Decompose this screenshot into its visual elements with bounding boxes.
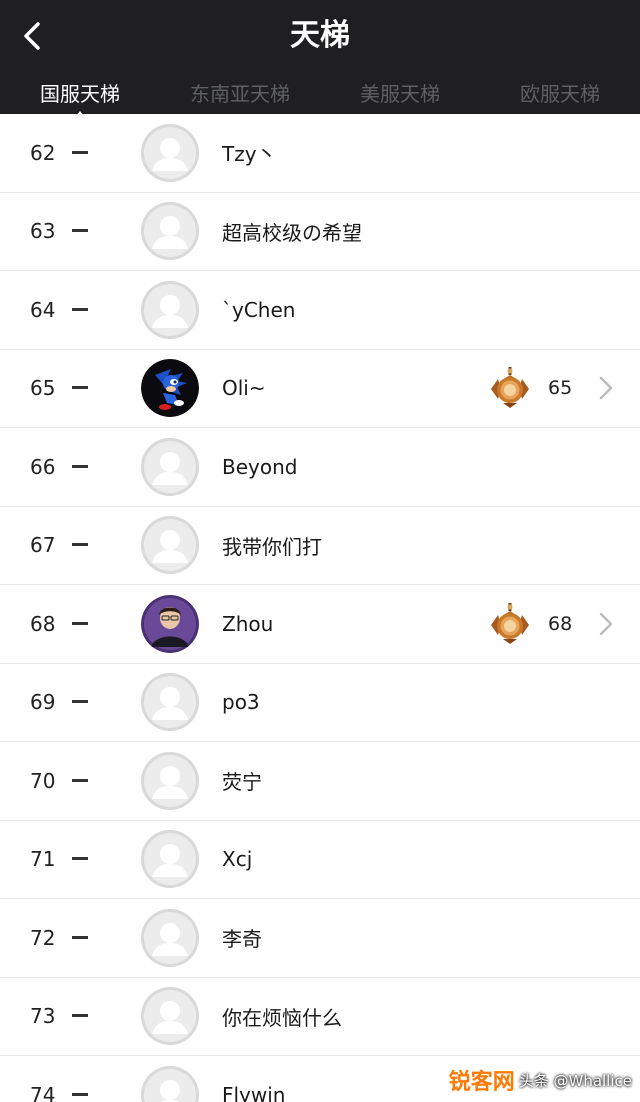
avatar	[141, 751, 199, 810]
rank-number: 74	[30, 1082, 56, 1102]
tab-sea-ladder[interactable]: 东南亚天梯	[160, 80, 320, 108]
default-avatar-icon	[141, 123, 199, 182]
rank-change-dash-icon	[72, 150, 88, 154]
default-avatar-icon	[141, 987, 199, 1046]
watermark: 锐客网 头条 @Whallice	[449, 1064, 632, 1096]
player-name: 我带你们打	[222, 534, 322, 559]
watermark-source: 头条 @Whallice	[518, 1071, 632, 1090]
player-name: 你在烦恼什么	[222, 1005, 342, 1030]
player-level: 68	[548, 612, 573, 635]
default-avatar-icon	[141, 673, 199, 732]
default-avatar-icon	[141, 1065, 199, 1102]
default-avatar-icon	[141, 202, 199, 261]
rank-number: 72	[30, 925, 56, 950]
player-name: 超高校级の希望	[222, 220, 362, 245]
player-name: Zhou	[222, 611, 274, 636]
avatar	[141, 987, 199, 1046]
avatar	[141, 280, 199, 339]
rank-change-dash-icon	[72, 386, 88, 390]
chevron-right-icon	[599, 612, 613, 635]
rank-change-dash-icon	[72, 307, 88, 311]
avatar	[141, 202, 199, 261]
avatar	[141, 673, 199, 732]
leaderboard-row[interactable]: 62 Tzy丶	[0, 114, 640, 193]
tab-eu-ladder[interactable]: 欧服天梯	[480, 80, 640, 108]
rank-number: 67	[30, 533, 56, 558]
rank-number: 66	[30, 454, 56, 479]
default-avatar-icon	[141, 516, 199, 575]
avatar	[141, 830, 199, 889]
player-name: `yChen	[222, 297, 296, 322]
player-name: Beyond	[222, 454, 298, 479]
row-chevron[interactable]	[598, 611, 614, 637]
rank-change-dash-icon	[72, 1092, 88, 1096]
avatar	[141, 908, 199, 967]
row-chevron[interactable]	[598, 375, 614, 401]
tab-cn-ladder[interactable]: 国服天梯	[0, 80, 160, 108]
rank-medal-icon	[491, 602, 529, 644]
rank-number: 70	[30, 768, 56, 793]
blue-hedgehog-avatar-icon	[141, 359, 199, 418]
leaderboard-row[interactable]: 70 荧宁	[0, 742, 640, 821]
player-name: 李奇	[222, 927, 262, 952]
page-title: 天梯	[290, 18, 350, 53]
avatar	[141, 123, 199, 182]
default-avatar-icon	[141, 908, 199, 967]
leaderboard-row[interactable]: 65 Oli~ 65	[0, 349, 640, 428]
avatar	[141, 359, 199, 418]
leaderboard-row[interactable]: 69 po3	[0, 663, 640, 742]
player-name: Flywin	[222, 1082, 286, 1102]
leaderboard-row[interactable]: 71 Xcj	[0, 820, 640, 899]
rank-number: 68	[30, 611, 56, 636]
leaderboard-row[interactable]: 68 Zhou 68	[0, 585, 640, 664]
rank-change-dash-icon	[72, 464, 88, 468]
rank-number: 69	[30, 690, 56, 715]
rank-change-dash-icon	[72, 935, 88, 939]
rank-number: 64	[30, 297, 56, 322]
rank-number: 71	[30, 847, 56, 872]
player-name: 荧宁	[222, 770, 262, 795]
top-bar: 天梯 国服天梯 东南亚天梯 美服天梯 欧服天梯	[0, 0, 640, 124]
person-photo-avatar-icon	[141, 594, 199, 653]
rank-change-dash-icon	[72, 543, 88, 547]
rank-change-dash-icon	[72, 229, 88, 233]
rank-number: 65	[30, 376, 56, 401]
player-name: Oli~	[222, 376, 266, 401]
leaderboard-row[interactable]: 64 `yChen	[0, 271, 640, 350]
player-name: Tzy丶	[222, 142, 277, 167]
leaderboard-row[interactable]: 72 李奇	[0, 899, 640, 978]
chevron-right-icon	[599, 377, 613, 400]
default-avatar-icon	[141, 751, 199, 810]
default-avatar-icon	[141, 437, 199, 496]
avatar	[141, 594, 199, 653]
rank-change-dash-icon	[72, 621, 88, 625]
rank-medal-icon	[491, 367, 529, 409]
rank-change-dash-icon	[72, 1014, 88, 1018]
rank-change-dash-icon	[72, 778, 88, 782]
watermark-logo: 锐客网	[448, 1070, 515, 1095]
tab-us-ladder[interactable]: 美服天梯	[320, 80, 480, 108]
leaderboard-row[interactable]: 63 超高校级の希望	[0, 192, 640, 271]
rank-number: 73	[30, 1004, 56, 1029]
default-avatar-icon	[141, 830, 199, 889]
player-level: 65	[548, 377, 573, 400]
leaderboard-row[interactable]: 73 你在烦恼什么	[0, 977, 640, 1056]
rank-medal	[489, 367, 531, 409]
player-name: Xcj	[222, 847, 253, 872]
leaderboard-list: 62 Tzy丶 63 超高校级の希望 64 `yChen 65 Oli~ 65 66 Beyond 6…	[0, 114, 640, 1102]
avatar	[141, 1065, 199, 1102]
leaderboard-row[interactable]: 67 我带你们打	[0, 506, 640, 585]
default-avatar-icon	[141, 280, 199, 339]
rank-medal	[489, 602, 531, 645]
rank-number: 62	[30, 140, 56, 165]
rank-change-dash-icon	[72, 857, 88, 861]
player-name: po3	[222, 690, 260, 715]
rank-number: 63	[30, 219, 56, 244]
leaderboard-row[interactable]: 66 Beyond	[0, 428, 640, 507]
rank-change-dash-icon	[72, 700, 88, 704]
avatar	[141, 437, 199, 496]
avatar	[141, 516, 199, 575]
